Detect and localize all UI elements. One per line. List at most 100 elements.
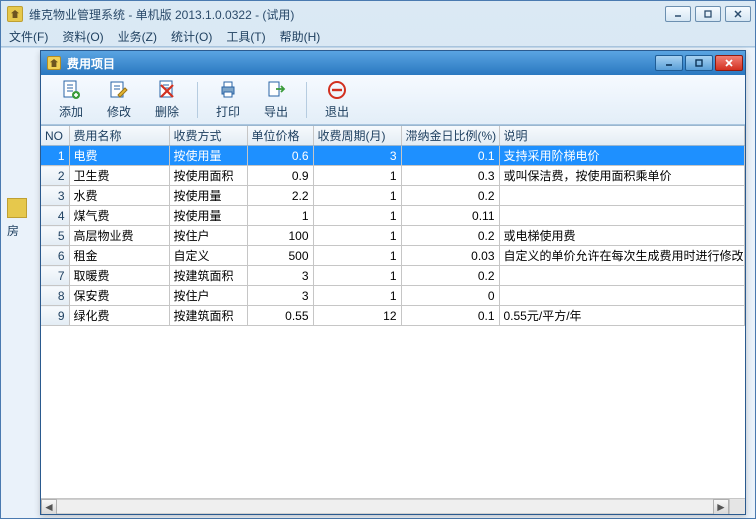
exit-icon: [326, 79, 348, 101]
table-row[interactable]: 6租金自定义50010.03自定义的单价允许在每次生成费用时进行修改的: [41, 246, 745, 266]
cell-late: 0.11: [401, 206, 499, 226]
col-header-method[interactable]: 收费方式: [169, 126, 247, 146]
sidebar-item-label: 房: [7, 222, 37, 239]
cell-late: 0: [401, 286, 499, 306]
menu-data[interactable]: 资料(O): [62, 28, 103, 45]
col-header-note[interactable]: 说明: [499, 126, 745, 146]
cell-name: 卫生费: [69, 166, 169, 186]
cell-name: 水费: [69, 186, 169, 206]
fee-items-table[interactable]: NO 费用名称 收费方式 单位价格 收费周期(月) 滞纳金日比例(%) 说明 1…: [41, 126, 745, 326]
cell-no: 4: [41, 206, 69, 226]
cell-price: 0.6: [247, 146, 313, 166]
dialog-minimize-button[interactable]: [655, 55, 683, 71]
cell-note: [499, 286, 745, 306]
toolbar-separator: [306, 82, 307, 118]
edit-label: 修改: [107, 103, 131, 120]
cell-no: 5: [41, 226, 69, 246]
main-close-button[interactable]: [725, 6, 751, 22]
dialog-maximize-button[interactable]: [685, 55, 713, 71]
cell-cycle: 1: [313, 286, 401, 306]
cell-price: 0.55: [247, 306, 313, 326]
cell-method: 自定义: [169, 246, 247, 266]
table-row[interactable]: 4煤气费按使用量110.11: [41, 206, 745, 226]
cell-note: 支持采用阶梯电价: [499, 146, 745, 166]
cell-price: 2.2: [247, 186, 313, 206]
print-button[interactable]: 打印: [204, 78, 252, 122]
delete-button[interactable]: 删除: [143, 78, 191, 122]
table-row[interactable]: 2卫生费按使用面积0.910.3或叫保洁费，按使用面积乘单价: [41, 166, 745, 186]
col-header-name[interactable]: 费用名称: [69, 126, 169, 146]
cell-no: 8: [41, 286, 69, 306]
table-row[interactable]: 9绿化费按建筑面积0.55120.10.55元/平方/年: [41, 306, 745, 326]
col-header-cycle[interactable]: 收费周期(月): [313, 126, 401, 146]
main-menubar: 文件(F) 资料(O) 业务(Z) 统计(O) 工具(T) 帮助(H): [1, 27, 755, 47]
table-row[interactable]: 8保安费按住户310: [41, 286, 745, 306]
table-row[interactable]: 7取暖费按建筑面积310.2: [41, 266, 745, 286]
dialog-close-button[interactable]: [715, 55, 743, 71]
col-header-late[interactable]: 滞纳金日比例(%): [401, 126, 499, 146]
scrollbar-corner: [729, 498, 745, 514]
col-header-no[interactable]: NO: [41, 126, 69, 146]
menu-tools[interactable]: 工具(T): [226, 28, 265, 45]
menu-help[interactable]: 帮助(H): [280, 28, 321, 45]
cell-price: 3: [247, 286, 313, 306]
horizontal-scrollbar[interactable]: ◄ ►: [41, 498, 729, 514]
menu-stats[interactable]: 统计(O): [171, 28, 212, 45]
menu-biz[interactable]: 业务(Z): [118, 28, 157, 45]
edit-button[interactable]: 修改: [95, 78, 143, 122]
print-icon: [217, 79, 239, 101]
cell-name: 煤气费: [69, 206, 169, 226]
cell-no: 1: [41, 146, 69, 166]
cell-cycle: 1: [313, 246, 401, 266]
scroll-track[interactable]: [57, 499, 713, 514]
cell-cycle: 1: [313, 166, 401, 186]
cell-note: 自定义的单价允许在每次生成费用时进行修改的: [499, 246, 745, 266]
cell-method: 按建筑面积: [169, 266, 247, 286]
table-row[interactable]: 3水费按使用量2.210.2: [41, 186, 745, 206]
cell-late: 0.2: [401, 226, 499, 246]
cell-price: 500: [247, 246, 313, 266]
cell-note: 0.55元/平方/年: [499, 306, 745, 326]
cell-name: 绿化费: [69, 306, 169, 326]
export-button[interactable]: 导出: [252, 78, 300, 122]
exit-button[interactable]: 退出: [313, 78, 361, 122]
table-header-row: NO 费用名称 收费方式 单位价格 收费周期(月) 滞纳金日比例(%) 说明: [41, 126, 745, 146]
cell-late: 0.3: [401, 166, 499, 186]
toolbar-separator: [197, 82, 198, 118]
fee-items-dialog: 费用项目 添加 修改: [40, 50, 746, 515]
cell-no: 9: [41, 306, 69, 326]
cell-late: 0.03: [401, 246, 499, 266]
cell-note: 或叫保洁费，按使用面积乘单价: [499, 166, 745, 186]
background-sidebar-hint: 房: [7, 198, 37, 398]
scroll-right-arrow[interactable]: ►: [713, 499, 729, 514]
add-button[interactable]: 添加: [47, 78, 95, 122]
cell-cycle: 1: [313, 226, 401, 246]
dialog-icon: [47, 56, 61, 70]
col-header-price[interactable]: 单位价格: [247, 126, 313, 146]
main-titlebar: 维克物业管理系统 - 单机版 2013.1.0.0322 - (试用): [1, 1, 755, 27]
cell-price: 100: [247, 226, 313, 246]
scroll-left-arrow[interactable]: ◄: [41, 499, 57, 514]
cell-price: 0.9: [247, 166, 313, 186]
cell-cycle: 1: [313, 206, 401, 226]
cell-note: [499, 206, 745, 226]
menu-file[interactable]: 文件(F): [9, 28, 48, 45]
cell-method: 按使用量: [169, 186, 247, 206]
delete-label: 删除: [155, 103, 179, 120]
cell-no: 2: [41, 166, 69, 186]
main-maximize-button[interactable]: [695, 6, 721, 22]
cell-note: [499, 186, 745, 206]
cell-name: 高层物业费: [69, 226, 169, 246]
table-row[interactable]: 5高层物业费按住户10010.2或电梯使用费: [41, 226, 745, 246]
table-row[interactable]: 1电费按使用量0.630.1支持采用阶梯电价: [41, 146, 745, 166]
cell-method: 按建筑面积: [169, 306, 247, 326]
cell-method: 按使用量: [169, 146, 247, 166]
main-minimize-button[interactable]: [665, 6, 691, 22]
dialog-titlebar[interactable]: 费用项目: [41, 51, 745, 75]
cell-method: 按使用量: [169, 206, 247, 226]
cell-late: 0.2: [401, 186, 499, 206]
exit-label: 退出: [325, 103, 349, 120]
cell-method: 按住户: [169, 226, 247, 246]
cell-name: 取暖费: [69, 266, 169, 286]
cell-no: 7: [41, 266, 69, 286]
